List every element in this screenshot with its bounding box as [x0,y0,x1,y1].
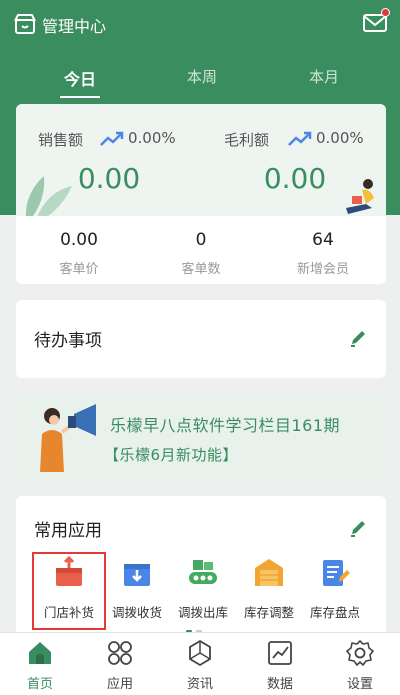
notification-badge [381,8,390,17]
app-label: 库存调整 [243,605,294,620]
chart-icon [268,641,292,665]
store-icon [14,14,36,34]
nav-label: 资讯 [186,677,213,692]
nav-news[interactable]: 资讯 [160,633,240,695]
nav-settings[interactable]: 设置 [320,633,400,695]
app-transfer-receive[interactable]: 调拨收货 [104,556,170,626]
banner-subtitle: 【乐檬6月新功能】 [104,446,239,464]
conveyor-icon [189,560,217,584]
app-inventory-adjust[interactable]: 库存调整 [236,556,302,626]
app-title: 管理中心 [42,17,107,36]
app-store-restock[interactable]: 门店补货 [32,552,106,630]
profit-label: 毛利额 [224,131,270,149]
sales-change: 0.00% [128,129,176,147]
active-tab-indicator [60,96,100,98]
period-tabs: 今日 本周 本月 [0,60,400,98]
profit-value: 0.00 [263,162,327,195]
apps-title: 常用应用 [34,521,102,541]
receive-box-icon [124,564,150,586]
todo-title: 待办事项 [34,331,102,351]
tab-week[interactable]: 本周 [162,66,242,87]
app-label: 门店补货 [43,605,94,620]
new-members-label: 新增会员 [296,262,349,277]
todo-card[interactable]: 待办事项 [16,300,386,378]
woman-megaphone-illustration [40,404,96,472]
sales-value: 0.00 [77,162,141,195]
pencil-icon[interactable] [348,518,368,538]
nav-label: 数据 [266,677,293,692]
new-members-value: 64 [312,230,334,250]
nav-label: 首页 [26,677,53,692]
warehouse-icon [255,559,283,586]
tab-today[interactable]: 今日 [40,66,120,90]
order-count-label: 客单数 [181,262,221,277]
tab-month[interactable]: 本月 [284,66,364,87]
sales-label: 销售额 [38,131,84,149]
stats-card: 销售额 0.00% 0.00 毛利额 0.00% 0.00 0.00 客单价 0… [16,104,386,284]
app-inventory-count[interactable]: 库存盘点 [302,556,368,626]
app-header: 管理中心 [0,0,400,48]
app-label: 调拨收货 [111,605,162,620]
grid-icon [108,641,132,665]
avg-order-value: 0.00 [60,230,98,250]
nav-label: 设置 [346,677,373,692]
order-count-value: 0 [195,230,207,250]
avg-order-label: 客单价 [59,262,99,277]
gear-icon [346,640,374,666]
app-label: 库存盘点 [309,605,360,620]
stats-metrics: 0.00 客单价 0 客单数 64 新增会员 [16,216,386,284]
nav-data[interactable]: 数据 [240,633,320,695]
profit-change: 0.00% [316,129,364,147]
common-apps-card: 常用应用 门店补货 调拨收货 调拨出库 库存调整 库存盘点 [16,496,386,646]
news-icon [189,639,211,667]
restock-box-icon [56,556,82,586]
nav-home[interactable]: 首页 [0,633,80,695]
app-transfer-outbound[interactable]: 调拨出库 [170,556,236,626]
clipboard-edit-icon [323,560,350,586]
app-label: 调拨出库 [177,605,228,620]
promo-banner[interactable]: 乐檬早八点软件学习栏目161期 【乐檬6月新功能】 [16,392,386,482]
home-icon [29,642,51,664]
bottom-navigation: 首页 应用 资讯 数据 设置 [0,632,400,695]
banner-headline: 乐檬早八点软件学习栏目161期 [110,416,341,435]
trend-up-icon [100,131,124,146]
pencil-icon[interactable] [348,328,368,348]
nav-label: 应用 [106,677,133,692]
nav-apps[interactable]: 应用 [80,633,160,695]
trend-up-icon [288,131,312,146]
